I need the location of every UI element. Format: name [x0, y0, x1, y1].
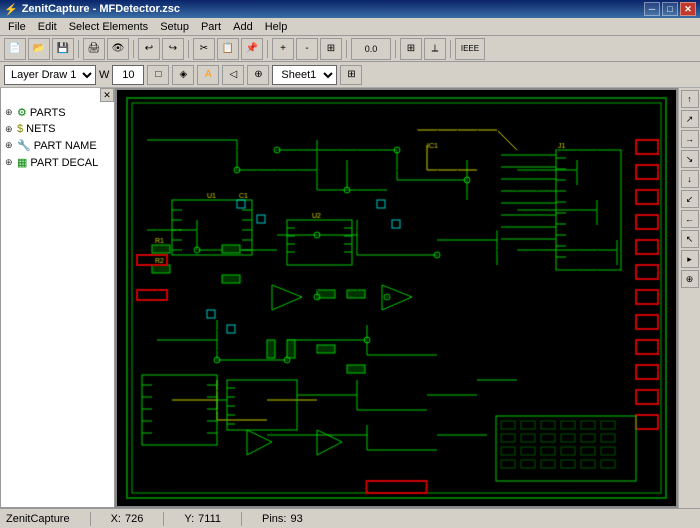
sep3 — [188, 40, 189, 58]
pins-section: Pins: 93 — [262, 513, 303, 525]
tree-item-parts[interactable]: ⊕ ⚙ PARTS — [1, 104, 114, 121]
copy-button[interactable]: 📋 — [217, 38, 239, 60]
parts-expand-icon: ⊕ — [5, 107, 17, 118]
toolbar-1: 📄 📂 💾 🖨 👁 ↩ ↪ ✂ 📋 📌 + - ⊞ 0.0 ⊞ ⟂ IEEE — [0, 36, 700, 62]
layer-select[interactable]: Layer Draw 1 — [4, 65, 96, 85]
tree-item-nets[interactable]: ⊕ $ NETS — [1, 121, 114, 137]
menu-part[interactable]: Part — [195, 20, 227, 34]
print-button[interactable]: 🖨 — [83, 38, 105, 60]
pins-label: Pins: — [262, 513, 286, 525]
sep4 — [267, 40, 268, 58]
snap-button[interactable]: ⟂ — [424, 38, 446, 60]
paste-button[interactable]: 📌 — [241, 38, 263, 60]
layer-btn4[interactable]: ◁ — [222, 65, 244, 85]
maximize-button[interactable]: □ — [662, 2, 678, 16]
part-name-expand-icon: ⊕ — [5, 140, 17, 151]
rt-btn-select[interactable]: ▸ — [681, 250, 699, 268]
part-name-label: PART NAME — [34, 140, 97, 152]
rt-btn-3[interactable]: → — [681, 130, 699, 148]
title-bar-left: ⚡ ZenitCapture - MFDetector.zsc — [4, 3, 180, 16]
sep7 — [450, 40, 451, 58]
ieee-button[interactable]: IEEE — [455, 38, 485, 60]
status-bar: ZenitCapture X: 726 Y: 7111 Pins: 93 — [0, 508, 700, 528]
layer-btn3[interactable]: A — [197, 65, 219, 85]
parts-label: PARTS — [30, 107, 66, 119]
status-divider-3 — [241, 512, 242, 526]
rt-btn-6[interactable]: ↙ — [681, 190, 699, 208]
nets-icon: $ — [17, 123, 23, 135]
open-button[interactable]: 📂 — [28, 38, 50, 60]
sep2 — [133, 40, 134, 58]
tree-item-part-name[interactable]: ⊕ 🔧 PART NAME — [1, 137, 114, 154]
redo-button[interactable]: ↪ — [162, 38, 184, 60]
sheet-select[interactable]: Sheet1 — [272, 65, 337, 85]
close-button[interactable]: ✕ — [680, 2, 696, 16]
cut-button[interactable]: ✂ — [193, 38, 215, 60]
toolbar-2: Layer Draw 1 W □ ◈ A ◁ ⊕ Sheet1 ⊞ — [0, 62, 700, 88]
layer-btn2[interactable]: ◈ — [172, 65, 194, 85]
save-button[interactable]: 💾 — [52, 38, 74, 60]
right-toolbar: ↑ ↗ → ↘ ↓ ↙ ← ↖ ▸ ⊕ — [678, 88, 700, 508]
title-bar: ⚡ ZenitCapture - MFDetector.zsc ─ □ ✕ — [0, 0, 700, 18]
part-decal-icon: ▦ — [17, 156, 27, 169]
width-input[interactable] — [112, 65, 144, 85]
nets-expand-icon: ⊕ — [5, 124, 17, 135]
nets-label: NETS — [26, 123, 55, 135]
parts-icon: ⚙ — [17, 106, 27, 119]
zoom-fit-button[interactable]: ⊞ — [320, 38, 342, 60]
x-label: X: — [111, 513, 121, 525]
main-content: ✕ ⊕ ⚙ PARTS ⊕ $ NETS ⊕ 🔧 PART NAME ⊕ ▦ P… — [0, 88, 700, 508]
coord-display: 0.0 — [351, 38, 391, 60]
menu-edit[interactable]: Edit — [32, 20, 63, 34]
preview-button[interactable]: 👁 — [107, 38, 129, 60]
rt-btn-zoom[interactable]: ⊕ — [681, 270, 699, 288]
zoom-out-button[interactable]: - — [296, 38, 318, 60]
rt-btn-1[interactable]: ↑ — [681, 90, 699, 108]
status-divider-1 — [90, 512, 91, 526]
undo-button[interactable]: ↩ — [138, 38, 160, 60]
menu-select-elements[interactable]: Select Elements — [63, 20, 154, 34]
part-name-icon: 🔧 — [17, 139, 31, 152]
left-panel: ✕ ⊕ ⚙ PARTS ⊕ $ NETS ⊕ 🔧 PART NAME ⊕ ▦ P… — [0, 88, 115, 508]
title-bar-controls: ─ □ ✕ — [644, 2, 696, 16]
rt-btn-5[interactable]: ↓ — [681, 170, 699, 188]
pins-value: 93 — [290, 513, 302, 525]
rt-btn-4[interactable]: ↘ — [681, 150, 699, 168]
window-title: ZenitCapture - MFDetector.zsc — [22, 3, 180, 15]
panel-close-button[interactable]: ✕ — [100, 88, 114, 102]
tree-item-part-decal[interactable]: ⊕ ▦ PART DECAL — [1, 154, 114, 171]
pcb-canvas-area[interactable] — [115, 88, 678, 508]
coord-y-section: Y: 7111 — [184, 513, 221, 525]
sep1 — [78, 40, 79, 58]
menu-add[interactable]: Add — [227, 20, 259, 34]
part-decal-label: PART DECAL — [30, 157, 98, 169]
minimize-button[interactable]: ─ — [644, 2, 660, 16]
coord-x-section: X: 726 — [111, 513, 144, 525]
new-button[interactable]: 📄 — [4, 38, 26, 60]
menu-setup[interactable]: Setup — [154, 20, 195, 34]
menu-bar: File Edit Select Elements Setup Part Add… — [0, 18, 700, 36]
pcb-canvas — [117, 90, 676, 506]
zoom-in-button[interactable]: + — [272, 38, 294, 60]
w-label: W — [99, 69, 109, 81]
rt-btn-2[interactable]: ↗ — [681, 110, 699, 128]
layer-btn5[interactable]: ⊕ — [247, 65, 269, 85]
sep5 — [346, 40, 347, 58]
app-icon: ⚡ — [4, 3, 18, 16]
sep6 — [395, 40, 396, 58]
part-decal-expand-icon: ⊕ — [5, 157, 17, 168]
sheet-btn[interactable]: ⊞ — [340, 65, 362, 85]
rt-btn-7[interactable]: ← — [681, 210, 699, 228]
x-value: 726 — [125, 513, 143, 525]
app-name-status: ZenitCapture — [6, 513, 70, 525]
y-label: Y: — [184, 513, 194, 525]
menu-file[interactable]: File — [2, 20, 32, 34]
grid-button[interactable]: ⊞ — [400, 38, 422, 60]
y-value: 7111 — [198, 513, 221, 525]
layer-btn1[interactable]: □ — [147, 65, 169, 85]
menu-help[interactable]: Help — [259, 20, 294, 34]
rt-btn-8[interactable]: ↖ — [681, 230, 699, 248]
status-divider-2 — [163, 512, 164, 526]
